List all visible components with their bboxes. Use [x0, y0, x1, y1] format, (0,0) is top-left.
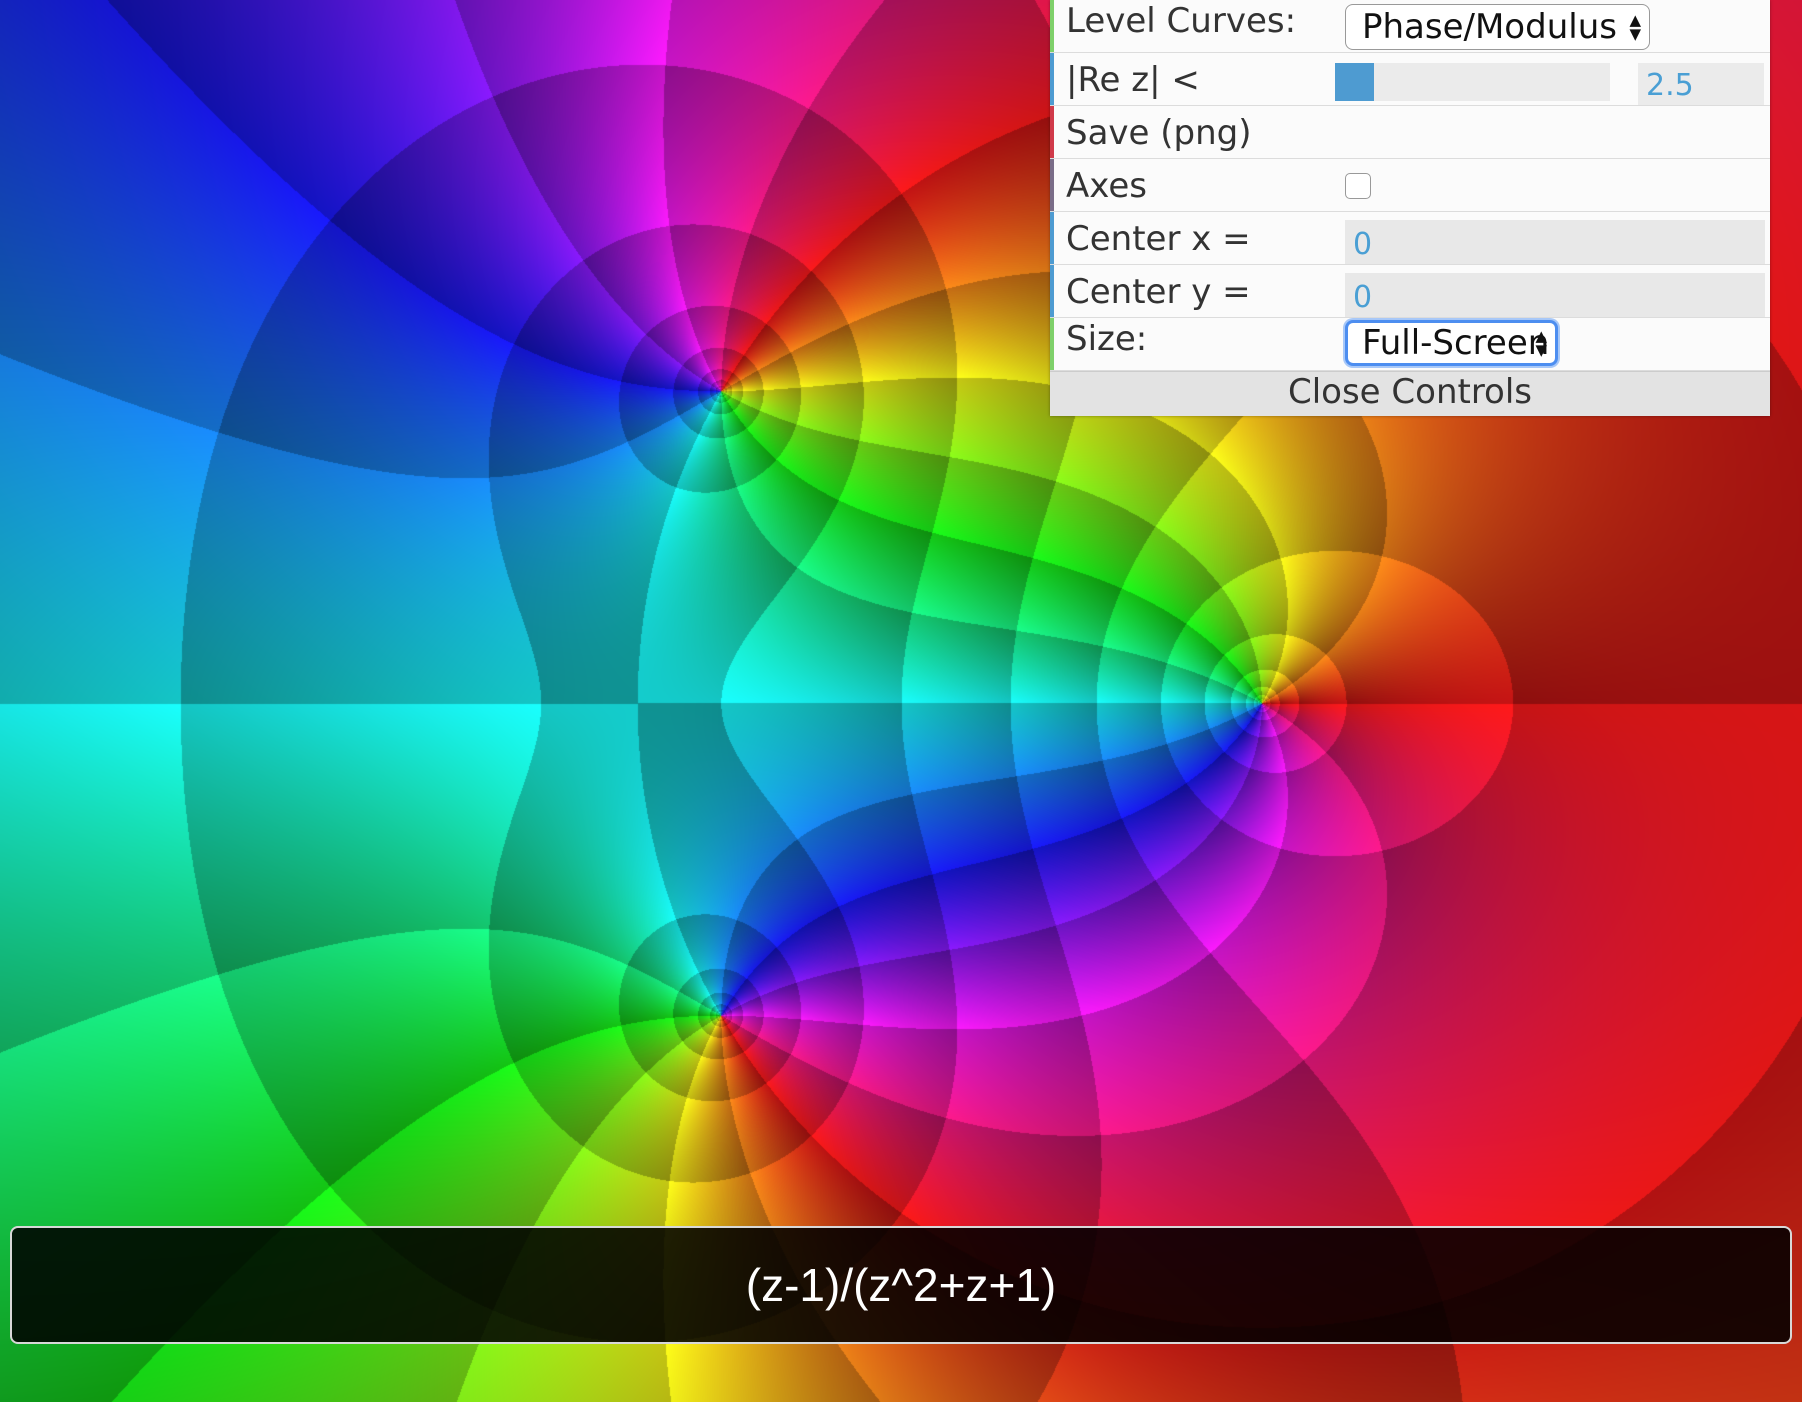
formula-input[interactable]: (z-1)/(z^2+z+1) — [10, 1226, 1792, 1344]
row-accent — [1050, 53, 1054, 105]
center-x-row: Center x = 0 — [1050, 212, 1770, 265]
row-accent — [1050, 212, 1054, 264]
save-png-button[interactable]: Save (png) — [1066, 114, 1252, 152]
size-select[interactable]: Full-Screen ▲ ▼ — [1345, 320, 1558, 366]
axes-checkbox[interactable] — [1345, 173, 1371, 199]
save-row[interactable]: Save (png) — [1050, 106, 1770, 159]
size-label: Size: — [1066, 319, 1148, 359]
re-limit-value[interactable]: 2.5 — [1638, 63, 1764, 105]
center-y-input[interactable]: 0 — [1345, 273, 1765, 317]
size-value: Full-Screen — [1362, 323, 1550, 363]
slider-fill — [1335, 63, 1374, 101]
level-curves-label: Level Curves: — [1066, 1, 1297, 41]
re-limit-label: |Re z| < — [1066, 60, 1200, 100]
level-curves-select[interactable]: Phase/Modulus ▲ ▼ — [1345, 4, 1650, 50]
row-accent — [1050, 159, 1054, 211]
axes-label: Axes — [1066, 166, 1147, 206]
re-limit-row: |Re z| < 2.5 — [1050, 53, 1770, 106]
row-accent — [1050, 265, 1054, 317]
re-limit-slider[interactable] — [1335, 63, 1610, 101]
close-controls-button[interactable]: Close Controls — [1050, 371, 1770, 416]
center-y-label: Center y = — [1066, 272, 1251, 312]
center-x-label: Center x = — [1066, 219, 1251, 259]
row-accent — [1050, 0, 1054, 52]
size-row: Size: Full-Screen ▲ ▼ — [1050, 318, 1770, 371]
axes-row: Axes — [1050, 159, 1770, 212]
level-curves-value: Phase/Modulus — [1362, 7, 1617, 47]
controls-panel: Level Curves: Phase/Modulus ▲ ▼ |Re z| < … — [1050, 0, 1770, 416]
center-y-row: Center y = 0 — [1050, 265, 1770, 318]
select-arrows-icon: ▲ ▼ — [1629, 11, 1641, 43]
center-x-input[interactable]: 0 — [1345, 220, 1765, 264]
row-accent — [1050, 106, 1054, 158]
row-accent — [1050, 318, 1054, 370]
level-curves-row: Level Curves: Phase/Modulus ▲ ▼ — [1050, 0, 1770, 53]
select-arrows-icon: ▲ ▼ — [1535, 327, 1547, 359]
